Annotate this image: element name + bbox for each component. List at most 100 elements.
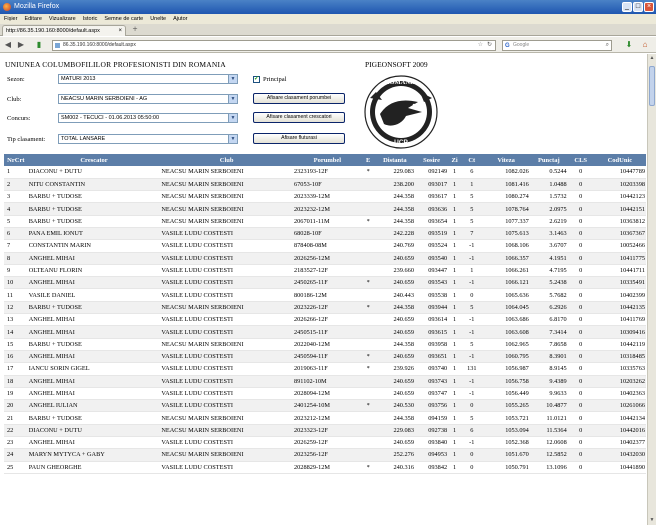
cell-crescator: DIACONU + DUTU bbox=[27, 166, 161, 179]
principal-checkbox[interactable]: ✓ bbox=[253, 76, 260, 83]
club-select[interactable]: NEACSU MARIN SERBOIENI - AG ▼ bbox=[58, 94, 238, 104]
cell-viteza: 1077.337 bbox=[482, 215, 530, 228]
cell-codunic: 10432030 bbox=[593, 448, 646, 462]
tip-clasament-select[interactable]: TOTAL LANSARE ▼ bbox=[58, 134, 238, 144]
cell-nrcrt: 23 bbox=[4, 436, 28, 450]
cell-viteza: 1068.106 bbox=[482, 239, 530, 253]
home-icon[interactable]: ⌂ bbox=[640, 40, 650, 50]
afisare-crescatori-button[interactable]: Afisare clasament crescatori bbox=[253, 112, 345, 123]
cell-sosire: 093636 bbox=[414, 202, 449, 216]
menu-file[interactable]: Fișier bbox=[4, 14, 17, 24]
cell-cls: 0 bbox=[567, 399, 594, 413]
cell-codunic: 10052466 bbox=[593, 239, 646, 253]
download-icon[interactable]: ⬇ bbox=[624, 40, 634, 50]
afisare-porumbei-button[interactable]: Afisare clasament porumbei bbox=[253, 93, 345, 104]
cell-distanta: 240.659 bbox=[374, 350, 415, 364]
cell-zi: 1 bbox=[448, 411, 462, 425]
close-icon[interactable]: × bbox=[644, 2, 654, 12]
menu-view[interactable]: Vizualizare bbox=[49, 14, 76, 24]
cell-ct: -1 bbox=[461, 325, 483, 339]
cell-sosire: 093447 bbox=[414, 264, 449, 278]
cell-e: * bbox=[361, 215, 375, 228]
cell-punctaj: 11.5364 bbox=[529, 424, 568, 438]
cell-sosire: 093519 bbox=[414, 227, 449, 241]
cell-e: * bbox=[361, 399, 375, 413]
cell-porumbel: 2450515-11F bbox=[293, 325, 362, 339]
address-bar[interactable]: 86.35.190.160:8000/default.aspx ☆ ↻ bbox=[52, 40, 496, 51]
tab-default[interactable]: http://86.35.190.160:8000/default.aspx × bbox=[2, 25, 126, 36]
cell-cls: 0 bbox=[567, 362, 594, 376]
cell-codunic: 10442119 bbox=[593, 338, 646, 351]
cell-distanta: 244.358 bbox=[374, 338, 415, 351]
afisare-fluturasi-button[interactable]: Afisare fluturasi bbox=[253, 133, 345, 144]
cell-crescator: ANGHEL MIHAI bbox=[27, 276, 161, 290]
cell-codunic: 10442135 bbox=[593, 301, 646, 315]
cell-club: VASILE LUDU COSTESTI bbox=[160, 288, 293, 302]
cell-crescator: ANGHEL MIHAI bbox=[27, 436, 161, 450]
cell-e: * bbox=[361, 350, 375, 364]
table-row: 16 ANGHEL MIHAI VASILE LUDU COSTESTI 245059… bbox=[4, 350, 646, 364]
cell-viteza: 1066.357 bbox=[482, 252, 530, 265]
cell-cls: 0 bbox=[567, 424, 594, 438]
menu-help[interactable]: Ajutor bbox=[173, 14, 187, 24]
reload-icon[interactable]: ↻ bbox=[487, 41, 492, 50]
cell-zi: 1 bbox=[448, 399, 462, 413]
cell-viteza: 1053.721 bbox=[482, 411, 530, 425]
cell-ct: 5 bbox=[461, 411, 483, 425]
cell-crescator: ANGHEL MIHAI bbox=[27, 313, 161, 327]
cell-cls: 0 bbox=[567, 411, 594, 425]
menu-tools[interactable]: Unelte bbox=[150, 14, 166, 24]
cell-distanta: 240.659 bbox=[374, 375, 415, 388]
cell-cls: 0 bbox=[567, 190, 594, 204]
cell-codunic: 10203398 bbox=[593, 178, 646, 192]
cell-distanta: 239.660 bbox=[374, 264, 415, 278]
cell-punctaj: 7.3414 bbox=[529, 325, 568, 339]
table-row: 9 OLTEANU FLORIN VASILE LUDU COSTESTI 21835… bbox=[4, 264, 646, 278]
cell-codunic: 10402363 bbox=[593, 387, 646, 401]
maximize-icon[interactable]: □ bbox=[633, 2, 643, 12]
cell-punctaj: 10.4877 bbox=[529, 399, 568, 413]
scrollbar-thumb[interactable] bbox=[649, 66, 655, 106]
cell-e bbox=[361, 227, 375, 241]
results-table: NrCrt Crescator Club Porumbel E Distanta Sosir… bbox=[4, 154, 646, 474]
cell-nrcrt: 12 bbox=[4, 301, 28, 315]
google-icon: G bbox=[505, 43, 510, 49]
search-icon[interactable]: ⌕ bbox=[606, 41, 609, 50]
cell-ct: 6 bbox=[461, 424, 483, 438]
cell-club: VASILE LUDU COSTESTI bbox=[160, 350, 293, 364]
cell-viteza: 1066.261 bbox=[482, 264, 530, 278]
navigation-bar: ◀ ▶ ▮ 86.35.190.160:8000/default.aspx ☆ … bbox=[0, 37, 656, 53]
cell-e bbox=[361, 178, 375, 192]
cell-sosire: 093842 bbox=[414, 461, 449, 474]
cell-distanta: 240.443 bbox=[374, 288, 415, 302]
back-icon[interactable]: ◀ bbox=[3, 40, 13, 50]
menu-bookmarks[interactable]: Semne de carte bbox=[104, 14, 143, 24]
cell-ct: 5 bbox=[461, 338, 483, 351]
cell-e: * bbox=[361, 301, 375, 315]
search-bar[interactable]: G Google ⌕ bbox=[502, 40, 612, 51]
cell-viteza: 1056.987 bbox=[482, 362, 530, 376]
cell-sosire: 093524 bbox=[414, 239, 449, 253]
cell-viteza: 1082.026 bbox=[482, 166, 530, 179]
firefox-icon bbox=[3, 3, 11, 11]
new-tab-icon[interactable]: + bbox=[130, 25, 140, 35]
forward-icon[interactable]: ▶ bbox=[16, 40, 26, 50]
cell-punctaj: 4.1951 bbox=[529, 252, 568, 265]
menu-edit[interactable]: Editare bbox=[24, 14, 41, 24]
scroll-up-icon[interactable]: ▲ bbox=[648, 54, 656, 63]
cell-punctaj: 1.5732 bbox=[529, 190, 568, 204]
cell-zi: 1 bbox=[448, 252, 462, 265]
scroll-down-icon[interactable]: ▼ bbox=[648, 516, 656, 525]
close-tab-icon[interactable]: × bbox=[118, 26, 122, 36]
table-header-row: NrCrt Crescator Club Porumbel E Distanta Sosir… bbox=[4, 154, 646, 166]
cell-viteza: 1056.758 bbox=[482, 375, 530, 388]
sezon-select[interactable]: MATURI 2013 ▼ bbox=[58, 74, 238, 84]
vertical-scrollbar[interactable]: ▲ ▼ bbox=[647, 54, 656, 525]
minimize-icon[interactable]: _ bbox=[622, 2, 632, 12]
cell-ct: 5 bbox=[461, 202, 483, 216]
concurs-select[interactable]: SM002 - TECUCI - 01.06.2013 05:50:00 ▼ bbox=[58, 113, 238, 123]
bookmark-star-icon[interactable]: ☆ bbox=[478, 41, 483, 50]
menu-history[interactable]: Istoric bbox=[83, 14, 98, 24]
cell-nrcrt: 18 bbox=[4, 375, 28, 388]
window-titlebar: Mozilla Firefox _ □ × bbox=[0, 0, 656, 14]
